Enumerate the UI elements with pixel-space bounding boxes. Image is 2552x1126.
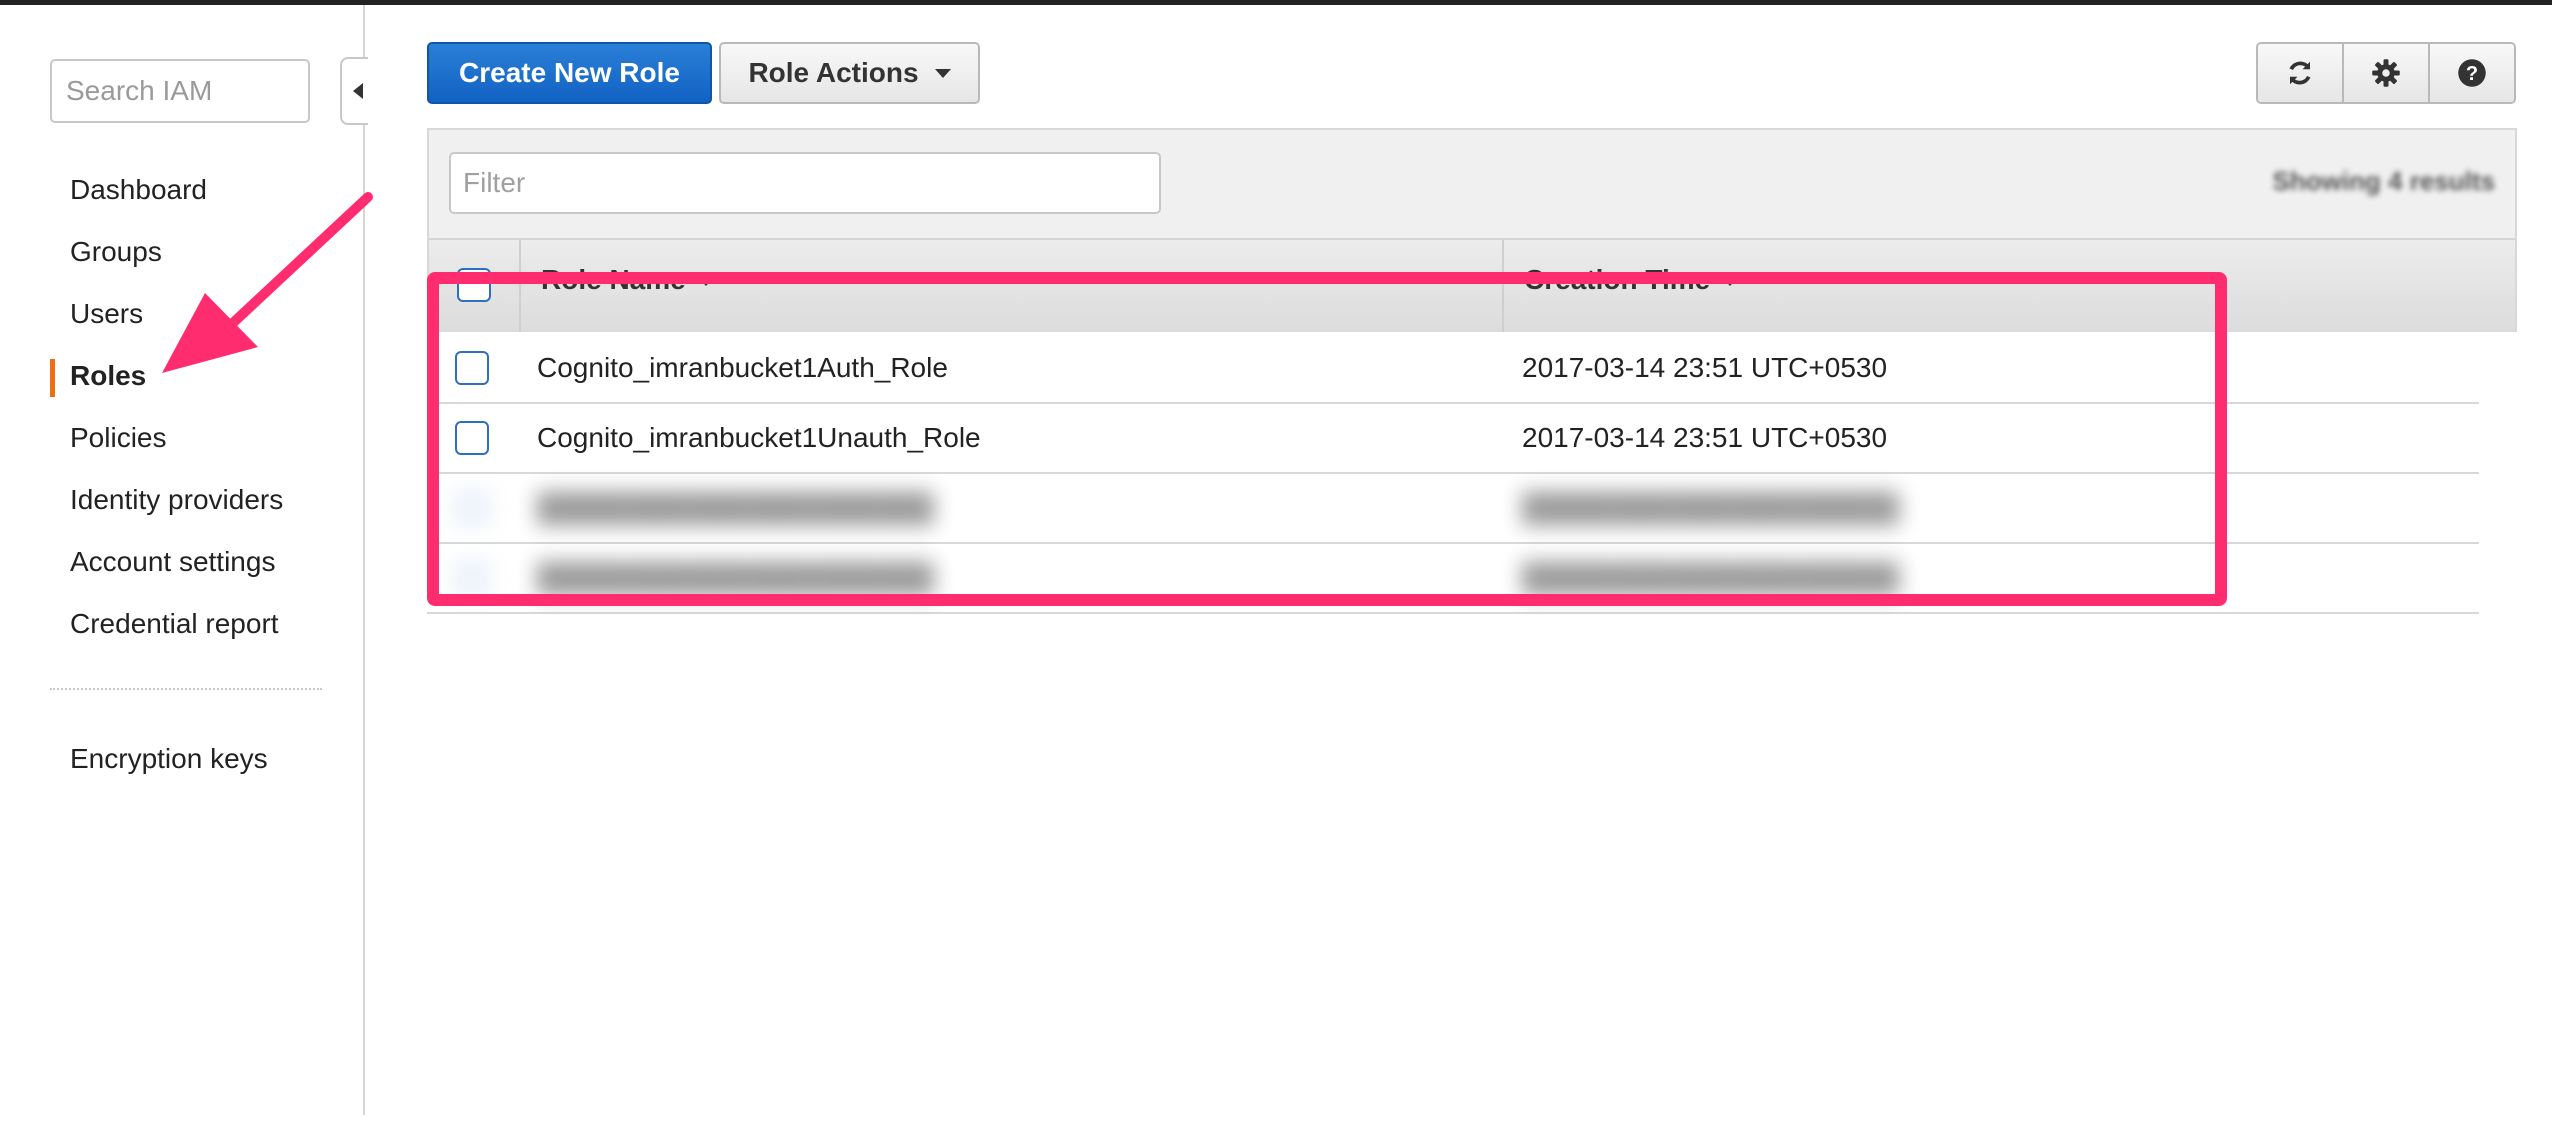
gear-icon <box>2372 59 2400 87</box>
table-row[interactable]: ████████████████████ ███████████████████ <box>427 474 2479 544</box>
collapse-sidebar-button[interactable] <box>340 57 368 125</box>
column-header-role-name[interactable]: Role Name <box>521 240 1504 332</box>
roles-table-panel: Showing 4 results Role Name Creation Tim… <box>427 128 2517 332</box>
sidebar-secondary-nav: Encryption keys <box>50 728 350 790</box>
role-name-cell[interactable]: ████████████████████ <box>537 474 934 542</box>
sidebar-item-groups[interactable]: Groups <box>50 221 350 283</box>
creation-time-cell: ███████████████████ <box>1522 562 1899 593</box>
role-name-cell[interactable]: ████████████████████ <box>537 544 934 612</box>
create-new-role-button[interactable]: Create New Role <box>427 42 712 104</box>
sidebar-item-identity-providers[interactable]: Identity providers <box>50 469 350 531</box>
row-checkbox[interactable] <box>455 421 489 455</box>
select-all-cell <box>429 240 521 332</box>
help-icon: ? <box>2458 59 2486 87</box>
role-name-cell[interactable]: Cognito_imranbucket1Auth_Role <box>537 334 948 402</box>
chevron-left-icon <box>353 83 363 99</box>
column-header-creation-time[interactable]: Creation Time <box>1504 240 2504 332</box>
role-name-cell[interactable]: Cognito_imranbucket1Unauth_Role <box>537 404 981 472</box>
table-row[interactable]: Cognito_imranbucket1Auth_Role 2017-03-14… <box>427 334 2479 404</box>
role-actions-button[interactable]: Role Actions <box>719 42 980 104</box>
refresh-icon <box>2289 61 2311 85</box>
sidebar-item-policies[interactable]: Policies <box>50 407 350 469</box>
table-row[interactable]: ████████████████████ ███████████████████ <box>427 544 2479 614</box>
sidebar-item-credential-report[interactable]: Credential report <box>50 593 350 655</box>
caret-down-icon <box>934 68 951 78</box>
toolbar-icon-group: ? <box>2256 42 2516 104</box>
sort-icon <box>1722 277 1739 287</box>
column-label: Role Name <box>541 264 686 295</box>
sidebar-item-roles[interactable]: Roles <box>50 345 350 407</box>
select-all-checkbox[interactable] <box>457 268 491 302</box>
column-label: Creation Time <box>1524 264 1711 295</box>
sidebar-item-account-settings[interactable]: Account settings <box>50 531 350 593</box>
results-count: Showing 4 results <box>2272 166 2496 196</box>
help-button[interactable]: ? <box>2430 44 2514 102</box>
sidebar-divider <box>50 688 322 690</box>
sidebar-item-dashboard[interactable]: Dashboard <box>50 159 350 221</box>
sidebar-nav: Dashboard Groups Users Roles Policies Id… <box>50 159 350 655</box>
creation-time-cell: 2017-03-14 23:51 UTC+0530 <box>1522 422 1888 453</box>
row-checkbox[interactable] <box>455 561 489 595</box>
sidebar-item-users[interactable]: Users <box>50 283 350 345</box>
row-checkbox[interactable] <box>455 491 489 525</box>
creation-time-cell: 2017-03-14 23:51 UTC+0530 <box>1522 352 1888 383</box>
search-input[interactable] <box>50 59 310 123</box>
table-row[interactable]: Cognito_imranbucket1Unauth_Role 2017-03-… <box>427 404 2479 474</box>
svg-text:?: ? <box>2466 63 2478 85</box>
sidebar-item-encryption-keys[interactable]: Encryption keys <box>50 728 350 790</box>
creation-time-cell: ███████████████████ <box>1522 492 1899 523</box>
refresh-button[interactable] <box>2258 44 2344 102</box>
sort-icon <box>697 277 714 287</box>
sidebar: Dashboard Groups Users Roles Policies Id… <box>0 5 368 1115</box>
settings-button[interactable] <box>2344 44 2430 102</box>
top-bar <box>0 0 2552 5</box>
role-actions-label: Role Actions <box>748 57 919 88</box>
table-header: Role Name Creation Time <box>429 238 2515 332</box>
row-checkbox[interactable] <box>455 351 489 385</box>
filter-input[interactable] <box>449 152 1161 214</box>
